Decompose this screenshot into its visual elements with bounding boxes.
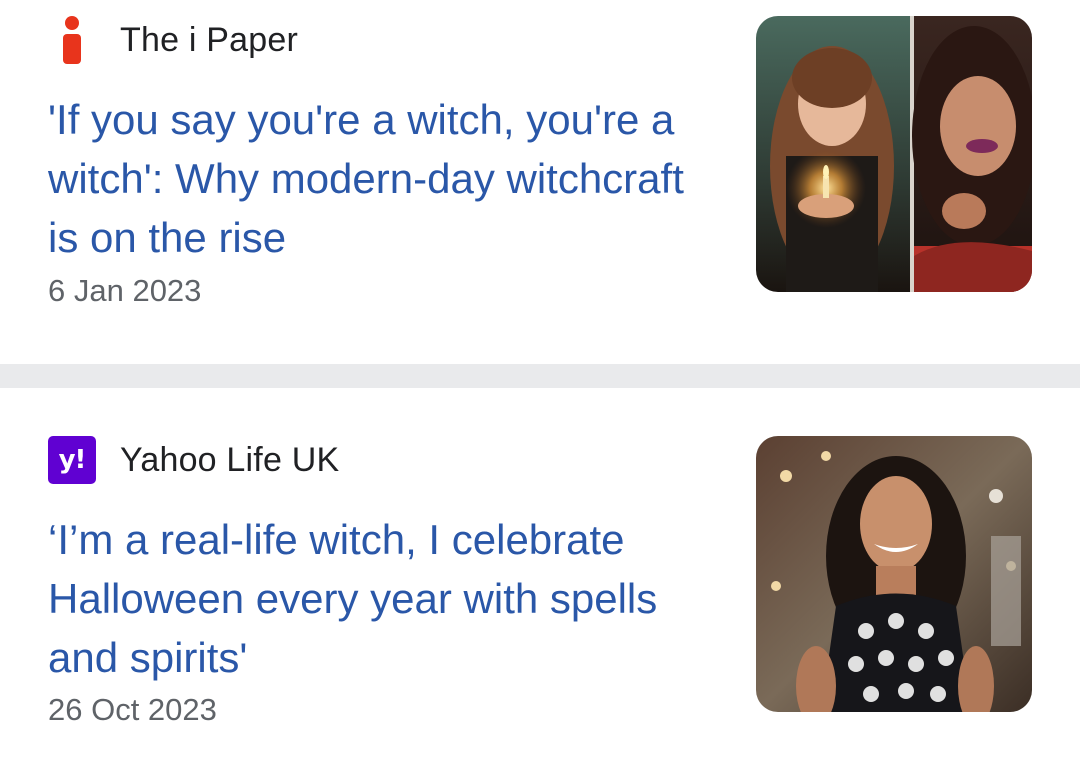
- article-date: 6 Jan 2023: [48, 273, 202, 308]
- i-paper-logo-icon: [48, 16, 96, 64]
- article-date: 26 Oct 2023: [48, 692, 217, 727]
- article-thumbnail[interactable]: [756, 436, 1032, 712]
- source-row: The i Paper: [48, 16, 298, 64]
- news-card[interactable]: The i Paper 'If you say you're a witch, …: [0, 0, 1080, 364]
- source-name: The i Paper: [120, 20, 298, 59]
- article-headline-link[interactable]: ‘I’m a real-life witch, I celebrate Hall…: [48, 510, 708, 687]
- article-thumbnail[interactable]: [756, 16, 1032, 292]
- source-row: y! Yahoo Life UK: [48, 436, 339, 484]
- card-divider: [0, 364, 1080, 388]
- source-name: Yahoo Life UK: [120, 440, 340, 479]
- article-headline-link[interactable]: 'If you say you're a witch, you're a wit…: [48, 90, 708, 267]
- thumbnail-image: [756, 16, 1032, 292]
- yahoo-logo-icon: y!: [48, 436, 96, 484]
- thumbnail-image: [756, 436, 1032, 712]
- news-feed: The i Paper 'If you say you're a witch, …: [0, 0, 1080, 764]
